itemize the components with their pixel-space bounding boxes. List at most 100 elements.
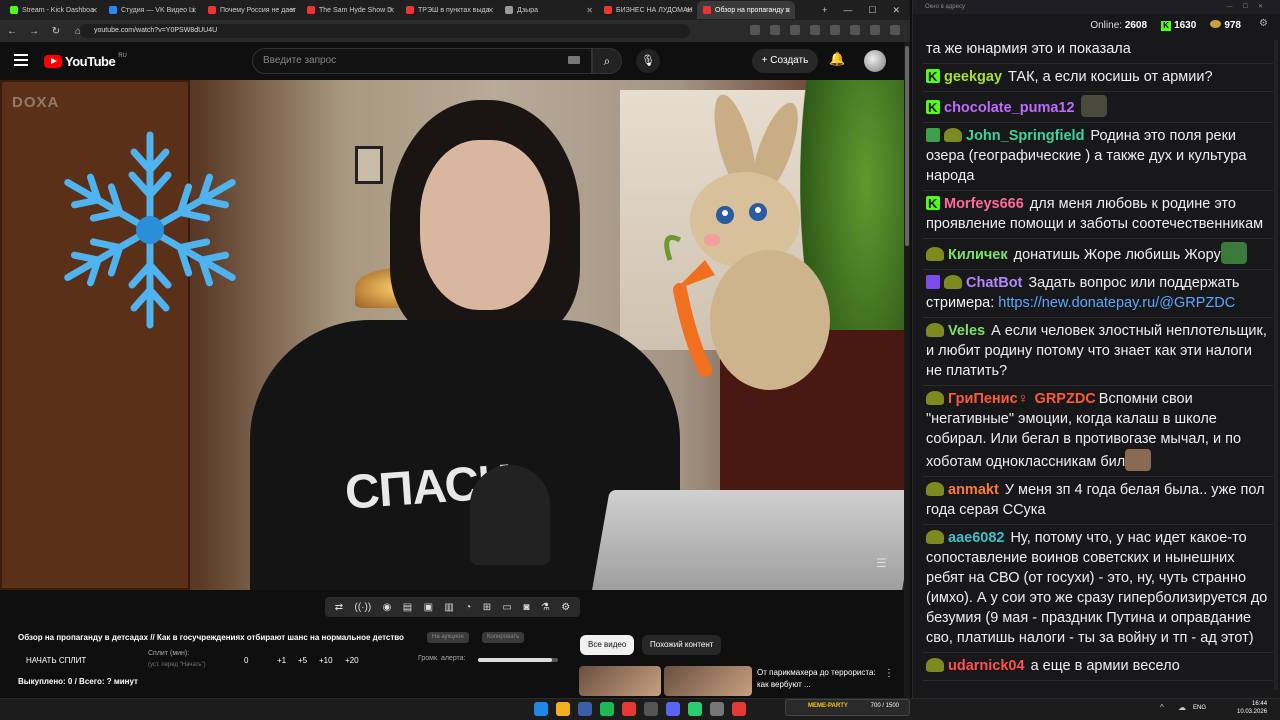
- related-thumbnail[interactable]: [664, 666, 752, 696]
- discord-icon[interactable]: [666, 702, 680, 716]
- video-menu-icon[interactable]: ☰: [876, 556, 887, 570]
- chat-username[interactable]: anmakt: [948, 482, 999, 498]
- chip-related[interactable]: Похожий контент: [642, 635, 722, 655]
- browser-tab[interactable]: Почему Россия не дает ✕: [202, 1, 300, 19]
- app-icon[interactable]: [710, 702, 724, 716]
- copy-button[interactable]: Копировать: [482, 632, 525, 643]
- browser-tab[interactable]: The Sam Hyde Show D ✕: [301, 1, 399, 19]
- pip-icon[interactable]: ▣: [424, 602, 433, 613]
- language-indicator[interactable]: ENG: [1193, 705, 1206, 711]
- notifications-bell-icon[interactable]: 🔔: [829, 51, 845, 67]
- browser-tab[interactable]: Обзор на пропаганду в ✕: [697, 1, 795, 19]
- loop-icon[interactable]: ⇄: [335, 602, 343, 613]
- close-tab-icon[interactable]: ✕: [487, 6, 494, 15]
- chat-scrollbar[interactable]: [1274, 40, 1278, 690]
- chat-username[interactable]: udarnick04: [948, 658, 1025, 674]
- chrome-icon[interactable]: [556, 702, 570, 716]
- reload-icon[interactable]: ↻: [50, 26, 62, 37]
- spotify-icon[interactable]: [600, 702, 614, 716]
- chat-settings-icon[interactable]: ⚙: [1259, 18, 1268, 29]
- meme-party-widget[interactable]: MEME-PARTY 700 / 1500: [785, 699, 910, 716]
- flask-icon[interactable]: ⚗: [541, 602, 550, 613]
- maximize-button[interactable]: ☐: [868, 5, 876, 16]
- steam-icon[interactable]: [578, 702, 592, 716]
- page-scrollbar[interactable]: [904, 42, 910, 698]
- close-window-button[interactable]: ✕: [892, 5, 900, 16]
- audio-icon[interactable]: ((·)): [355, 602, 372, 613]
- video-player[interactable]: СПАСИ DOXA ☰: [0, 80, 904, 590]
- chat-username[interactable]: ГриПенис♀: [948, 391, 1029, 407]
- new-tab-button[interactable]: +: [822, 5, 827, 16]
- browser-tab[interactable]: ТРЭШ в пунктах выда ✕: [400, 1, 498, 19]
- auction-button[interactable]: На аукцион: [427, 632, 469, 643]
- add-icon[interactable]: ⊞: [483, 602, 491, 613]
- youtube-app-icon[interactable]: [732, 702, 746, 716]
- url-field[interactable]: youtube.com/watch?v=Y0PSW8dUU4U: [80, 24, 690, 38]
- chat-username[interactable]: Киличек: [948, 247, 1008, 263]
- extension-icon[interactable]: [810, 25, 820, 35]
- menu-dots-icon[interactable]: [890, 25, 900, 35]
- close-tab-icon[interactable]: ✕: [91, 6, 98, 15]
- more-options-icon[interactable]: ⋮: [884, 668, 894, 679]
- browser-tab[interactable]: Студия — VK Видео Li ✕: [103, 1, 201, 19]
- chat-username[interactable]: aae6082: [948, 530, 1004, 546]
- menu-icon[interactable]: [14, 54, 28, 66]
- alert-volume-slider[interactable]: [478, 658, 558, 662]
- share-icon[interactable]: [770, 25, 780, 35]
- close-tab-icon[interactable]: ✕: [388, 6, 395, 15]
- eye-icon[interactable]: ◉: [383, 602, 392, 613]
- minimize-button[interactable]: —: [843, 5, 852, 16]
- chat-username[interactable]: ChatBot: [966, 275, 1022, 291]
- create-button[interactable]: + Создать: [752, 49, 818, 73]
- chat-username[interactable]: chocolate_puma12: [944, 100, 1075, 116]
- chip-all-videos[interactable]: Все видео: [580, 635, 635, 655]
- windows-start-icon[interactable]: [534, 702, 548, 716]
- split-add-1-button[interactable]: +1: [277, 656, 286, 665]
- split-add-10-button[interactable]: +10: [319, 656, 333, 665]
- app-icon[interactable]: [688, 702, 702, 716]
- close-tab-icon[interactable]: ✕: [685, 6, 692, 15]
- close-tab-icon[interactable]: ✕: [190, 6, 197, 15]
- chat-channel-tag[interactable]: GRPZDC: [1035, 391, 1096, 407]
- speed-icon[interactable]: ◔: [465, 602, 471, 613]
- profile-icon[interactable]: [870, 25, 880, 35]
- zoom-icon[interactable]: [750, 25, 760, 35]
- start-split-button[interactable]: НАЧАТЬ СПЛИТ: [26, 656, 86, 665]
- youtube-logo[interactable]: YouTube RU: [44, 53, 127, 69]
- extension-icon[interactable]: [830, 25, 840, 35]
- chat-username[interactable]: John_Springfield: [966, 128, 1084, 144]
- voice-search-button[interactable]: 🎙: [636, 49, 660, 73]
- chat-username[interactable]: geekgay: [944, 69, 1002, 85]
- film-icon[interactable]: ▥: [444, 602, 453, 613]
- download-icon[interactable]: [850, 25, 860, 35]
- back-icon[interactable]: ←: [6, 26, 18, 37]
- clapper-icon[interactable]: ▤: [403, 602, 412, 613]
- avatar[interactable]: [864, 50, 886, 72]
- chat-window-controls[interactable]: —☐✕: [1227, 0, 1273, 14]
- app-icon[interactable]: [622, 702, 636, 716]
- browser-tab[interactable]: Stream - Kick Dashboa ✕: [4, 1, 102, 19]
- split-add-5-button[interactable]: +5: [298, 656, 307, 665]
- close-tab-icon[interactable]: ✕: [586, 6, 593, 15]
- obs-icon[interactable]: [644, 702, 658, 716]
- bookmark-star-icon[interactable]: [790, 25, 800, 35]
- stats-icon[interactable]: ▭: [503, 602, 512, 613]
- browser-tab[interactable]: БИЗНЕС НА ЛУДОМАН ✕: [598, 1, 696, 19]
- browser-tab[interactable]: Дзыра ✕: [499, 1, 597, 19]
- camera-icon[interactable]: ◙: [523, 602, 529, 613]
- chat-username[interactable]: Veles: [948, 323, 985, 339]
- related-thumbnail[interactable]: [579, 666, 661, 696]
- search-button[interactable]: ⌕: [592, 48, 622, 74]
- related-video-title[interactable]: От парикмахера до террориста: как вербую…: [757, 667, 877, 691]
- forward-icon[interactable]: →: [28, 26, 40, 37]
- keyboard-icon[interactable]: [568, 56, 580, 64]
- gear-icon[interactable]: ⚙: [561, 602, 570, 613]
- clock[interactable]: 16:44 10.03.2026: [1237, 700, 1267, 716]
- close-tab-icon[interactable]: ✕: [289, 6, 296, 15]
- system-tray[interactable]: ^ ☁: [1160, 703, 1192, 712]
- close-tab-icon[interactable]: ✕: [784, 6, 791, 15]
- chat-username[interactable]: Morfeys666: [944, 196, 1024, 212]
- split-add-20-button[interactable]: +20: [345, 656, 359, 665]
- search-input[interactable]: Введите запрос: [252, 48, 592, 74]
- chat-link[interactable]: https://new.donatepay.ru/@GRPZDC: [998, 295, 1235, 311]
